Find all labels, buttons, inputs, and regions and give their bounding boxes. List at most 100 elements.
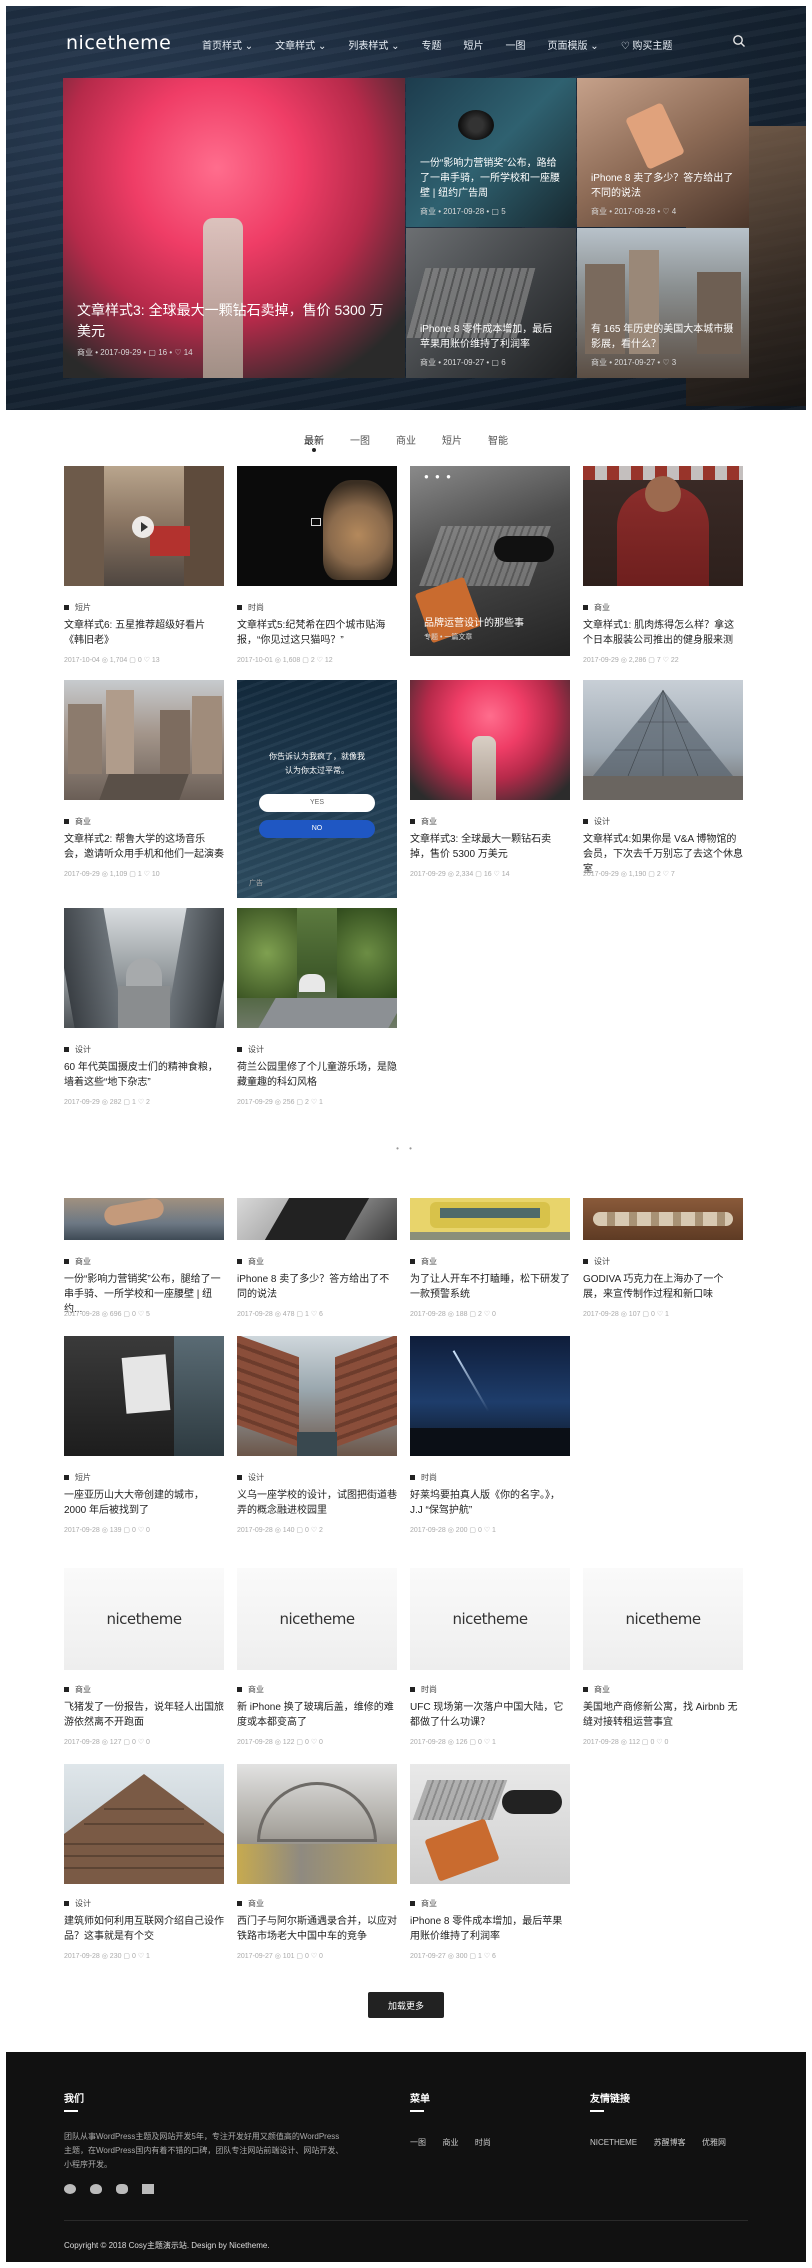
featured-small-title[interactable]: 有 165 年历史的美国大本城市摄影展，看什么？ [591,322,735,352]
post-card[interactable] [237,908,397,1028]
post-title[interactable]: iPhone 8 零件成本增加，最后苹果用账价维持了利润率 [410,1914,570,1944]
post-thumbnail[interactable] [64,908,224,1028]
post-card[interactable] [583,680,743,800]
post-category[interactable]: 设计 [583,816,610,827]
topic-title[interactable]: 品牌运营设计的那些事 [424,614,564,629]
ad-card[interactable]: 你告诉认为我疯了，就像我认为你太过平常。 YES NO 广告 [237,680,397,898]
post-category[interactable]: 商业 [237,1256,264,1267]
post-thumbnail[interactable] [410,1198,570,1240]
post-category[interactable]: 商业 [237,1684,264,1695]
load-more-button[interactable]: 加载更多 [368,1992,444,2018]
post-title[interactable]: 文章样式3: 全球最大一颗钻石卖掉，售价 5300 万美元 [410,832,570,862]
post-category[interactable]: 设计 [583,1256,610,1267]
post-title[interactable]: 好莱坞要拍真人版《你的名字。》，J.J “保驾护航” [410,1488,570,1518]
post-category[interactable]: 商业 [583,1684,610,1695]
post-thumbnail[interactable] [237,1198,397,1240]
post-title[interactable]: 美国地产商修新公寓，找 Airbnb 无缝对接转租运营事宜 [583,1700,743,1730]
post-title[interactable]: 60 年代英国摄皮士们的精神食粮，墙着这些“地下杂志” [64,1060,224,1090]
post-title[interactable]: 文章样式1: 肌肉炼得怎么样？拿这个日本服装公司推出的健身服来测 [583,618,743,648]
post-category[interactable]: 商业 [583,602,610,613]
post-category[interactable]: 设计 [237,1472,264,1483]
post-category[interactable]: 商业 [64,1684,91,1695]
menu-item-shorts[interactable]: 短片 [464,37,484,52]
search-icon[interactable] [732,34,746,48]
post-category[interactable]: 设计 [237,1044,264,1055]
play-icon[interactable] [132,516,154,538]
post-card[interactable] [237,466,397,586]
post-category[interactable]: 短片 [64,602,91,613]
post-title[interactable]: 为了让人开车不打瞌睡，松下研发了一款预警系统 [410,1272,570,1302]
post-category[interactable]: 商业 [64,1256,91,1267]
post-thumbnail-placeholder[interactable]: nicetheme [64,1568,224,1670]
post-thumbnail[interactable] [64,1336,224,1456]
featured-small-title[interactable]: iPhone 8 零件成本增加，最后苹果用账价维持了利润率 [420,322,562,352]
mail-icon[interactable] [142,2184,154,2194]
post-category[interactable]: 时尚 [410,1472,437,1483]
post-thumbnail[interactable] [583,1198,743,1240]
post-thumbnail[interactable] [237,1764,397,1884]
post-thumbnail[interactable] [64,1764,224,1884]
post-title[interactable]: 飞猪发了一份报告，说年轻人出国旅游依然离不开跑面 [64,1700,224,1730]
post-category[interactable]: 商业 [410,816,437,827]
post-category[interactable]: 设计 [64,1044,91,1055]
topic-card[interactable]: ● ● ● 品牌运营设计的那些事 专题 • 一篇文章 [410,466,570,656]
friend-link-youya[interactable]: 优雅网 [702,2138,726,2147]
post-thumbnail[interactable] [237,1336,397,1456]
menu-item-buy-theme[interactable]: ♡ 购买主题 [621,37,673,52]
post-thumbnail-placeholder[interactable]: nicetheme [237,1568,397,1670]
post-thumbnail[interactable] [410,1336,570,1456]
post-title[interactable]: 文章样式5:纪梵希在四个城市贴海报，“你见过这只猫吗？” [237,618,397,648]
featured-post-small-4[interactable]: 有 165 年历史的美国大本城市摄影展，看什么？ 商业 • 2017-09-27… [577,228,749,378]
post-title[interactable]: 义乌一座学校的设计，试图把街道巷弄的概念融进校园里 [237,1488,397,1518]
featured-post-small-1[interactable]: 一份“影响力营销奖”公布，路给了一串手骑，一所学校和一座腰壁 | 纽约广告周 商… [406,78,576,227]
qq-icon[interactable] [90,2184,102,2194]
yes-button[interactable]: YES [259,794,375,812]
post-title[interactable]: 文章样式2: 帮鲁大学的这场音乐会，邀请听众用手机和他们一起演奏 [64,832,224,862]
wechat-icon[interactable] [64,2184,76,2194]
post-thumbnail[interactable] [64,1198,224,1240]
post-title[interactable]: 建筑师如何利用互联网介绍自己设作品？这事就是有个交 [64,1914,224,1944]
featured-title[interactable]: 文章样式3: 全球最大一颗钻石卖掉，售价 5300 万美元 [77,300,391,342]
friend-link-suxing[interactable]: 苏醒博客 [654,2138,686,2147]
post-title[interactable]: 文章样式6: 五星推荐超级好看片《韩旧老》 [64,618,224,648]
post-thumbnail[interactable] [410,680,570,800]
site-logo[interactable]: nicetheme [66,32,171,54]
footer-link-fashion[interactable]: 时尚 [475,2138,491,2147]
post-category[interactable]: 商业 [64,816,91,827]
post-thumbnail-placeholder[interactable]: nicetheme [583,1568,743,1670]
post-thumbnail-placeholder[interactable]: nicetheme [410,1568,570,1670]
menu-item-post-styles[interactable]: 文章样式 ⌄ [275,37,326,52]
post-title[interactable]: GODIVA 巧克力在上海办了一个展，来宣传制作过程和新口味 [583,1272,743,1302]
menu-item-topics[interactable]: 专题 [422,37,442,52]
featured-post-small-2[interactable]: iPhone 8 卖了多少？答方给出了不同的说法 商业 • 2017-09-28… [577,78,749,227]
menu-item-home-styles[interactable]: 首页样式 ⌄ [202,37,253,52]
post-thumbnail[interactable] [64,466,224,586]
tab-business[interactable]: 商业 [396,432,416,447]
post-title[interactable]: iPhone 8 卖了多少？答方给出了不同的说法 [237,1272,397,1302]
post-category[interactable]: 商业 [410,1256,437,1267]
post-title[interactable]: 荷兰公园里修了个儿童游乐场，是隐藏童趣的科幻风格 [237,1060,397,1090]
tab-latest[interactable]: 最新 [304,432,324,452]
featured-small-title[interactable]: 一份“影响力营销奖”公布，路给了一串手骑，一所学校和一座腰壁 | 纽约广告周 [420,156,562,201]
post-thumbnail[interactable] [237,466,397,586]
post-thumbnail[interactable] [237,908,397,1028]
post-thumbnail[interactable] [64,680,224,800]
post-card[interactable] [64,680,224,800]
post-category[interactable]: 短片 [64,1472,91,1483]
featured-post-big[interactable]: 文章样式3: 全球最大一颗钻石卖掉，售价 5300 万美元 商业 • 2017-… [63,78,405,378]
post-card[interactable] [583,466,743,586]
tab-one-image[interactable]: 一图 [350,432,370,447]
post-title[interactable]: 一座亚历山大大帝创建的城市，2000 年后被找到了 [64,1488,224,1518]
post-category[interactable]: 商业 [237,1898,264,1909]
post-thumbnail[interactable] [410,1764,570,1884]
post-thumbnail[interactable] [583,680,743,800]
post-title[interactable]: 西门子与阿尔斯通遇录合并，以应对铁路市场老大中国中车的竞争 [237,1914,397,1944]
post-category[interactable]: 时尚 [237,602,264,613]
footer-link-one-image[interactable]: 一图 [410,2138,426,2147]
weibo-icon[interactable] [116,2184,128,2194]
featured-small-title[interactable]: iPhone 8 卖了多少？答方给出了不同的说法 [591,171,735,201]
post-title[interactable]: 新 iPhone 换了玻璃后盖，维修的难度或本都变高了 [237,1700,397,1730]
friend-link-nicetheme[interactable]: NICETHEME [590,2138,637,2147]
post-thumbnail[interactable] [583,466,743,586]
post-category[interactable]: 设计 [64,1898,91,1909]
